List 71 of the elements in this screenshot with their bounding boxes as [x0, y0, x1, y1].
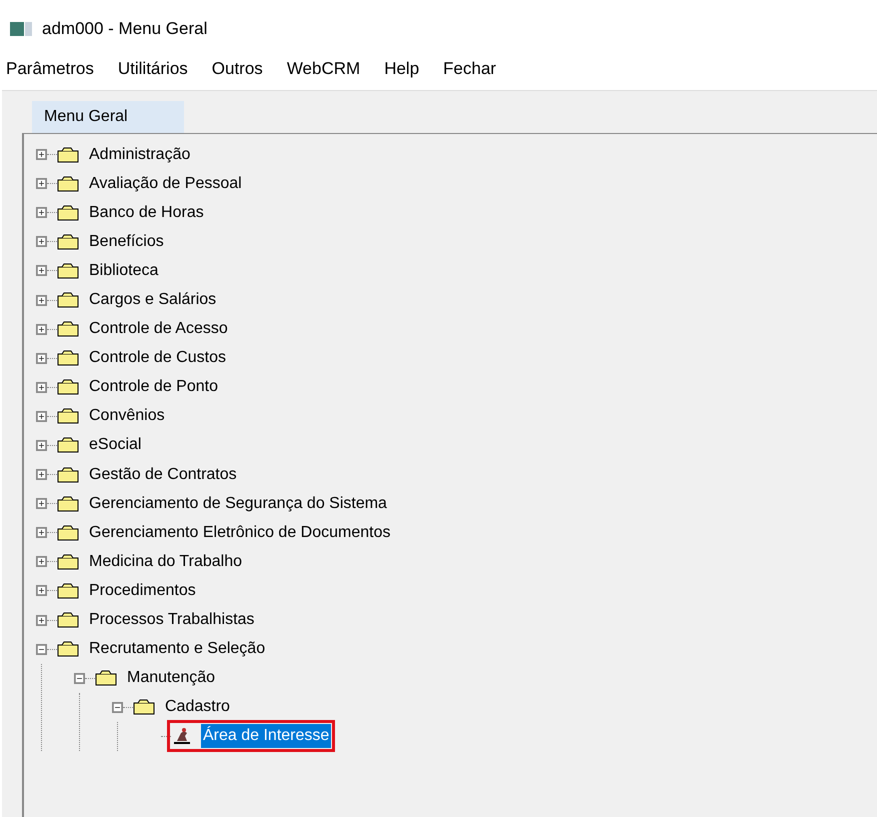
collapse-icon[interactable] — [112, 702, 123, 713]
folder-icon — [57, 291, 79, 310]
folder-icon — [57, 524, 79, 542]
tree-item[interactable]: Convênios — [87, 404, 167, 428]
collapse-icon[interactable] — [36, 644, 47, 655]
tab[interactable]: Menu Geral — [32, 101, 184, 133]
menu-item[interactable]: Utilitários — [116, 56, 190, 90]
app-icon — [10, 22, 32, 36]
menu-item[interactable]: WebCRM — [284, 56, 362, 90]
expand-icon[interactable] — [36, 469, 47, 480]
tree-item[interactable]: Processos Trabalhistas — [87, 608, 256, 632]
menu-item[interactable]: Fechar — [441, 56, 498, 90]
folder-icon — [57, 552, 79, 571]
folder-icon — [57, 582, 79, 600]
tree-item[interactable]: Biblioteca — [87, 258, 160, 283]
expand-icon[interactable] — [36, 207, 47, 218]
folder-icon — [57, 378, 79, 396]
folder-icon — [95, 669, 117, 688]
expand-icon[interactable] — [36, 352, 47, 364]
tree-item[interactable]: Administração — [87, 142, 192, 167]
expand-icon[interactable] — [36, 294, 47, 306]
tree-item[interactable]: Gerenciamento Eletrônico de Documentos — [87, 520, 392, 545]
tree-item[interactable]: Gerenciamento de Segurança do Sistema — [87, 492, 389, 516]
menu-item[interactable]: Help — [382, 56, 422, 90]
folder-icon — [57, 146, 79, 164]
folder-icon — [133, 698, 155, 716]
tree-item[interactable]: Benefícios — [87, 230, 166, 254]
folder-icon — [57, 349, 79, 368]
menu-item[interactable]: Parâmetros — [4, 56, 96, 90]
folder-icon — [57, 174, 79, 193]
folder-icon — [57, 232, 79, 251]
folder-icon — [57, 494, 79, 513]
tree-item[interactable]: Gestão de Contratos — [87, 462, 239, 487]
expand-icon[interactable] — [36, 265, 47, 276]
expand-icon[interactable] — [36, 614, 47, 626]
folder-icon — [57, 262, 79, 280]
folder-icon — [57, 436, 79, 454]
tree-item[interactable]: Área de Interesse — [201, 724, 332, 748]
expand-icon[interactable] — [36, 410, 47, 422]
figure-icon — [171, 727, 193, 746]
expand-icon[interactable] — [36, 556, 47, 568]
folder-icon — [57, 640, 79, 658]
expand-icon[interactable] — [36, 236, 47, 248]
menu-item[interactable]: Outros — [210, 56, 265, 90]
tree-item[interactable]: Controle de Custos — [87, 346, 228, 370]
tree-item[interactable]: Banco de Horas — [87, 200, 206, 225]
expand-icon[interactable] — [36, 149, 47, 160]
window-title: adm000 - Menu Geral — [42, 18, 208, 40]
expand-icon[interactable] — [36, 324, 47, 335]
tree-item[interactable]: eSocial — [87, 433, 144, 458]
expand-icon[interactable] — [36, 178, 47, 190]
expand-icon[interactable] — [36, 382, 47, 393]
tree-item[interactable]: Avaliação de Pessoal — [87, 172, 244, 196]
expand-icon[interactable] — [36, 585, 47, 596]
expand-icon[interactable] — [36, 440, 47, 451]
tree-item[interactable]: Controle de Ponto — [87, 375, 220, 400]
tree-item[interactable]: Manutenção — [125, 666, 218, 690]
tree-item[interactable]: Procedimentos — [87, 578, 198, 603]
folder-icon — [57, 320, 79, 338]
folder-icon — [57, 204, 79, 222]
tree-item[interactable]: Medicina do Trabalho — [87, 550, 244, 574]
tree-item[interactable]: Cadastro — [163, 695, 232, 720]
tree-item[interactable]: Recrutamento e Seleção — [87, 637, 268, 662]
folder-icon — [57, 466, 79, 484]
folder-icon — [57, 407, 79, 426]
tree-item[interactable]: Cargos e Salários — [87, 288, 218, 312]
folder-icon — [57, 611, 79, 630]
expand-icon[interactable] — [36, 498, 47, 510]
tree-item[interactable]: Controle de Acesso — [87, 317, 230, 342]
collapse-icon[interactable] — [74, 672, 85, 684]
expand-icon[interactable] — [36, 527, 47, 538]
